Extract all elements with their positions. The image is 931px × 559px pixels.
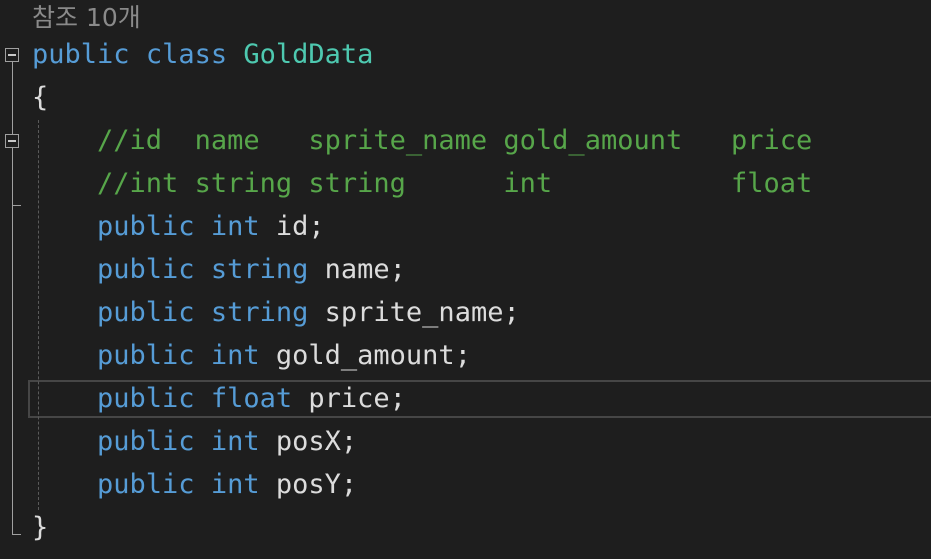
keyword-token: int	[210, 469, 260, 500]
keyword-token: float	[210, 383, 293, 414]
code-token: id;	[259, 211, 325, 242]
code-line[interactable]: //int string string int float	[32, 162, 812, 205]
code-editor[interactable]: 참조 10개 public class GoldData { //id name …	[0, 0, 931, 559]
code-line[interactable]: //id name sprite_name gold_amount price	[32, 119, 812, 162]
code-token: posX;	[259, 426, 358, 457]
keyword-token: public	[97, 211, 195, 242]
code-line[interactable]: public float price;	[32, 377, 406, 420]
code-token: posY;	[259, 469, 358, 500]
code-line[interactable]: public string name;	[32, 248, 406, 291]
keyword-token: class	[145, 39, 228, 70]
keyword-token: public	[97, 383, 195, 414]
codelens-references[interactable]: 참조 10개	[32, 0, 141, 36]
code-token: gold_amount;	[259, 340, 471, 371]
keyword-token: string	[210, 297, 309, 328]
keyword-token: public	[97, 426, 195, 457]
code-line[interactable]: public int posY;	[32, 463, 357, 506]
code-token: name;	[308, 254, 406, 285]
code-line[interactable]: public int gold_amount;	[32, 334, 471, 377]
code-token: }	[32, 512, 49, 543]
keyword-token: string	[210, 254, 309, 285]
keyword-token: public	[97, 297, 195, 328]
fold-guide-end	[12, 205, 21, 206]
keyword-token: public	[97, 469, 195, 500]
code-token: sprite_name;	[308, 297, 520, 328]
code-line[interactable]: public class GoldData	[32, 33, 373, 76]
type-token: GoldData	[243, 39, 374, 70]
fold-guide-end	[12, 534, 21, 535]
keyword-token: public	[32, 39, 130, 70]
keyword-token: int	[210, 426, 260, 457]
code-line[interactable]: }	[32, 506, 48, 549]
code-line[interactable]: {	[32, 76, 48, 119]
keyword-token: public	[97, 254, 195, 285]
code-token: price;	[292, 383, 406, 414]
comment-token: //int string string int float	[97, 168, 813, 199]
code-line[interactable]: public string sprite_name;	[32, 291, 520, 334]
code-line[interactable]: public int posX;	[32, 420, 357, 463]
code-line[interactable]: public int id;	[32, 205, 325, 248]
code-token: {	[32, 82, 49, 113]
comment-token: //id name sprite_name gold_amount price	[97, 125, 813, 156]
fold-collapse-icon[interactable]	[5, 48, 19, 62]
keyword-token: int	[210, 340, 260, 371]
fold-guide-line	[12, 62, 13, 534]
fold-collapse-icon[interactable]	[5, 134, 19, 148]
keyword-token: public	[97, 340, 195, 371]
keyword-token: int	[210, 211, 260, 242]
